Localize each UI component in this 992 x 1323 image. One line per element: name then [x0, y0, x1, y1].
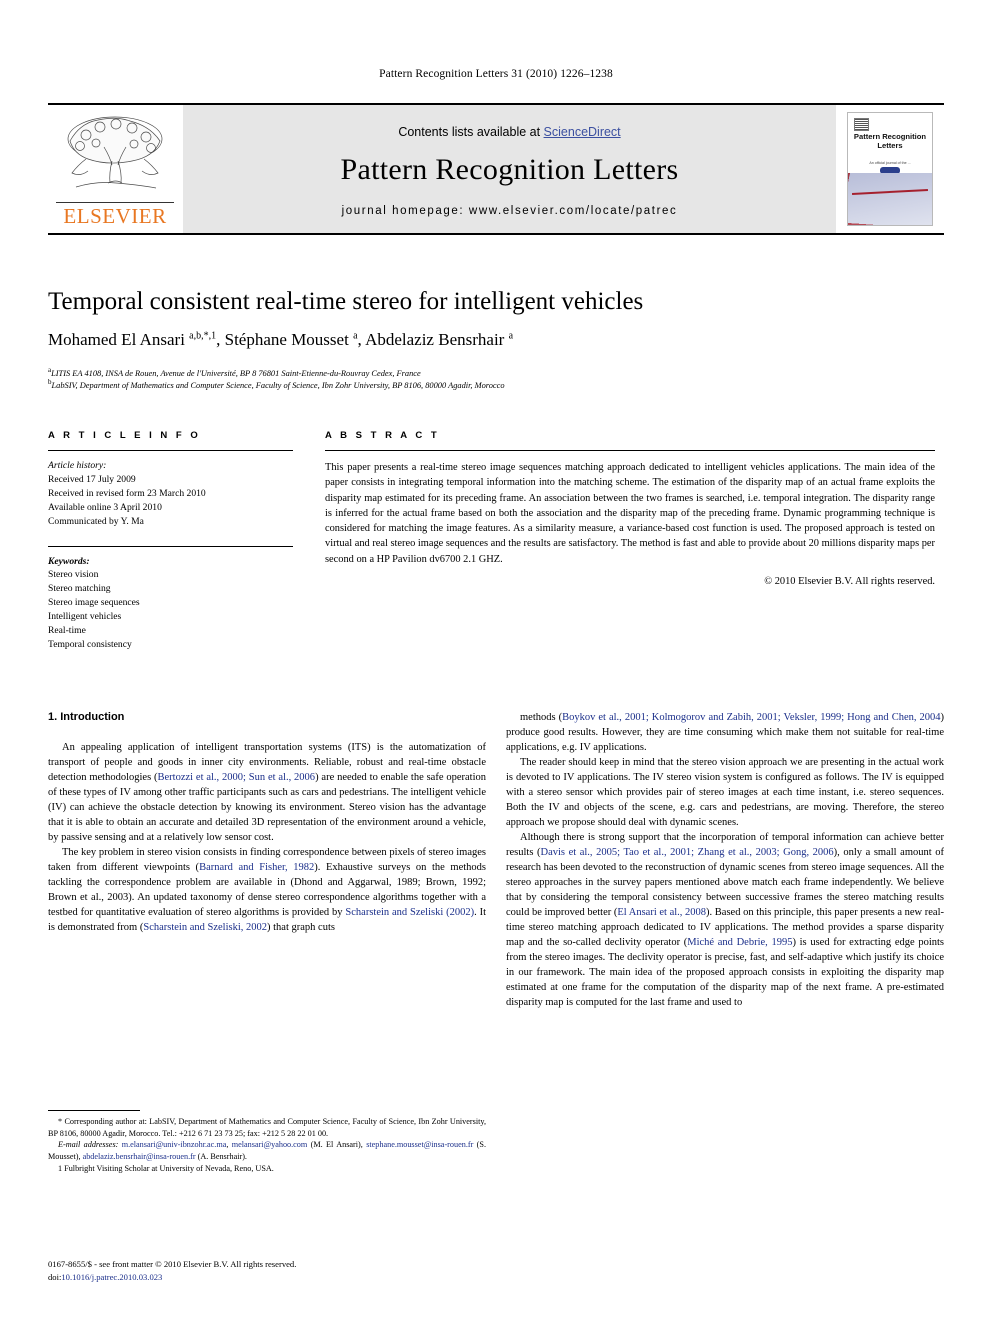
imprint-block: 0167-8655/$ - see front matter © 2010 El…	[48, 1258, 508, 1284]
keyword-item: Temporal consistency	[48, 638, 132, 650]
author-list: Mohamed El Ansari a,b,*,1, Stéphane Mous…	[48, 330, 514, 349]
keyword-item: Intelligent vehicles	[48, 611, 122, 623]
masthead-center: Contents lists available at ScienceDirec…	[183, 105, 836, 233]
logo-divider	[56, 202, 174, 203]
corresponding-author-note: * Corresponding author at: LabSIV, Depar…	[48, 1117, 486, 1138]
footnotes-block: * Corresponding author at: LabSIV, Depar…	[48, 1110, 486, 1174]
history-item: Received 17 July 2009	[48, 473, 136, 485]
doi-value[interactable]: 10.1016/j.patrec.2010.03.023	[61, 1272, 162, 1282]
cover-elsevier-icon	[854, 118, 869, 131]
doi-line: doi:10.1016/j.patrec.2010.03.023	[48, 1271, 508, 1284]
journal-cover-thumbnail: Pattern Recognition Letters An official …	[847, 112, 933, 226]
affiliation-b: bLabSIV, Department of Mathematics and C…	[48, 378, 505, 390]
body-column-left: 1. Introduction An appealing application…	[48, 710, 486, 935]
keyword-item: Stereo vision	[48, 569, 99, 581]
email-addresses-note: E-mail addresses: m.elansari@univ-ibnzoh…	[48, 1140, 487, 1161]
keywords-block: Keywords: Stereo vision Stereo matching …	[48, 545, 293, 652]
footnote-divider	[48, 1110, 140, 1111]
keywords-list: Keywords: Stereo vision Stereo matching …	[48, 555, 293, 652]
article-history: Article history: Received 17 July 2009 R…	[48, 459, 293, 529]
running-head: Pattern Recognition Letters 31 (2010) 12…	[379, 68, 613, 80]
abstract-text: This paper presents a real-time stereo i…	[325, 462, 935, 565]
keyword-item: Stereo matching	[48, 583, 111, 595]
history-item: Received in revised form 23 March 2010	[48, 487, 206, 499]
article-history-label: Article history:	[48, 460, 107, 471]
paragraph: An appealing application of intelligent …	[48, 741, 486, 843]
cover-title: Pattern Recognition Letters	[853, 132, 927, 150]
issn-line: 0167-8655/$ - see front matter © 2010 El…	[48, 1259, 297, 1269]
abstract-heading: A B S T R A C T	[325, 430, 440, 441]
keywords-label: Keywords:	[48, 555, 90, 567]
journal-cover-cell: Pattern Recognition Letters An official …	[836, 105, 944, 233]
contents-available-line: Contents lists available at ScienceDirec…	[398, 125, 620, 139]
paragraph: methods (Boykov et al., 2001; Kolmogorov…	[506, 712, 945, 753]
keyword-item: Stereo image sequences	[48, 597, 140, 609]
history-item: Communicated by Y. Ma	[48, 515, 144, 527]
abstract-rule	[325, 450, 935, 451]
article-info-heading: A R T I C L E I N F O	[48, 430, 201, 441]
sciencedirect-link[interactable]: ScienceDirect	[544, 125, 621, 139]
cover-artwork	[848, 173, 932, 225]
elsevier-wordmark: ELSEVIER	[63, 204, 167, 228]
abstract-copyright: © 2010 Elsevier B.V. All rights reserved…	[764, 576, 935, 588]
history-item: Available online 3 April 2010	[48, 501, 162, 513]
paragraph: The key problem in stereo vision consist…	[48, 846, 487, 933]
contents-prefix: Contents lists available at	[398, 125, 544, 139]
keyword-item: Real-time	[48, 625, 86, 637]
affiliation-b-text: LabSIV, Department of Mathematics and Co…	[51, 380, 505, 390]
journal-homepage[interactable]: journal homepage: www.elsevier.com/locat…	[342, 205, 678, 217]
article-info-rule	[48, 450, 293, 451]
keywords-rule	[48, 545, 293, 547]
paragraph: The reader should keep in mind that the …	[506, 757, 944, 828]
article-title: Temporal consistent real-time stereo for…	[48, 288, 644, 315]
footnote-1: 1 Fulbright Visiting Scholar at Universi…	[58, 1163, 274, 1173]
paper-page: Pattern Recognition Letters 31 (2010) 12…	[0, 0, 992, 1323]
elsevier-tree-icon	[67, 116, 163, 189]
journal-title: Pattern Recognition Letters	[340, 153, 679, 186]
elsevier-logo: ELSEVIER	[48, 105, 183, 233]
abstract-block: A B S T R A C T This paper presents a re…	[325, 430, 935, 587]
body-column-right: methods (Boykov et al., 2001; Kolmogorov…	[506, 710, 944, 1010]
cover-subtitle: An official journal of the ...	[869, 161, 911, 165]
journal-masthead: ELSEVIER Contents lists available at Sci…	[48, 103, 944, 235]
article-info-block: A R T I C L E I N F O Article history: R…	[48, 430, 293, 652]
paragraph: Although there is strong support that th…	[506, 832, 944, 1008]
section-heading-introduction: 1. Introduction	[48, 711, 125, 723]
doi-label: doi:	[48, 1271, 62, 1282]
